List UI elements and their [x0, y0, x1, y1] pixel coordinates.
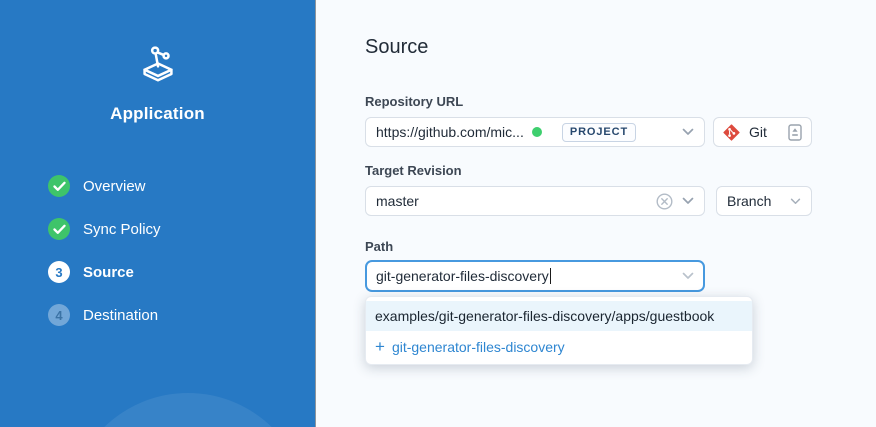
target-revision-value: master — [376, 193, 419, 209]
path-value: git-generator-files-discovery — [376, 268, 549, 284]
path-label: Path — [365, 239, 876, 254]
path-autocomplete-dropdown: examples/git-generator-files-discovery/a… — [365, 296, 753, 365]
chevron-down-icon — [790, 198, 801, 205]
target-revision-label: Target Revision — [365, 163, 876, 178]
sidebar-item-destination[interactable]: 4 Destination — [48, 304, 161, 326]
git-logo-icon — [723, 124, 740, 141]
sidebar-item-overview[interactable]: Overview — [48, 175, 161, 197]
sidebar-title: Application — [0, 104, 315, 124]
step-done-check-icon — [48, 175, 70, 197]
step-label: Sync Policy — [83, 221, 161, 238]
page-title: Source — [365, 36, 876, 59]
step-done-check-icon — [48, 218, 70, 240]
sidebar-item-source[interactable]: 3 Source — [48, 261, 161, 283]
target-revision-input[interactable]: master — [365, 186, 705, 216]
text-caret — [550, 268, 552, 284]
source-step-panel: Source Repository URL https://github.com… — [317, 0, 876, 427]
repository-url-value: https://github.com/mic... — [376, 124, 524, 140]
path-create-item[interactable]: + git-generator-files-discovery — [366, 331, 752, 364]
plus-icon: + — [375, 340, 385, 354]
wizard-steps: Overview Sync Policy 3 Source 4 Destinat… — [48, 175, 161, 347]
revision-type-select[interactable]: Branch — [716, 186, 812, 216]
repository-url-label: Repository URL — [365, 94, 876, 109]
sidebar-item-sync-policy[interactable]: Sync Policy — [48, 218, 161, 240]
repo-type-label: Git — [749, 124, 767, 140]
path-create-label: git-generator-files-discovery — [392, 339, 565, 355]
step-label: Source — [83, 264, 134, 281]
chevron-down-icon[interactable] — [682, 197, 694, 205]
step-number-badge: 4 — [48, 304, 70, 326]
revision-type-value: Branch — [727, 193, 771, 209]
wizard-sidebar: Application Overview Sync Policy 3 Sourc… — [0, 0, 316, 427]
repository-url-input[interactable]: https://github.com/mic... PROJECT — [365, 117, 705, 147]
chevron-down-icon[interactable] — [682, 128, 694, 136]
step-label: Destination — [83, 307, 158, 324]
application-icon — [0, 40, 315, 91]
path-suggestion-item[interactable]: examples/git-generator-files-discovery/a… — [366, 301, 752, 331]
chevron-down-icon[interactable] — [682, 272, 694, 280]
type-selector-icon[interactable] — [788, 124, 802, 141]
clear-input-icon[interactable] — [656, 193, 673, 210]
repo-type-git-button[interactable]: Git — [713, 117, 812, 147]
repo-connected-status-dot — [532, 127, 542, 137]
step-number-badge: 3 — [48, 261, 70, 283]
path-input[interactable]: git-generator-files-discovery — [365, 260, 705, 292]
project-badge: PROJECT — [562, 123, 636, 142]
step-label: Overview — [83, 178, 146, 195]
decorative-circle — [68, 393, 308, 427]
